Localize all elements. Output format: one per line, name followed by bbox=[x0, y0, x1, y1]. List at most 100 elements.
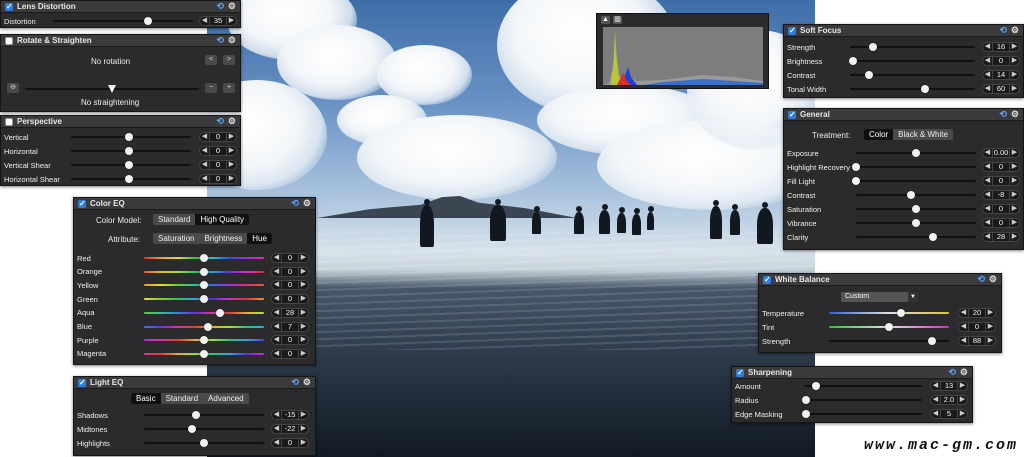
slider-knob[interactable] bbox=[852, 163, 860, 171]
decrement-arrow-icon[interactable]: ◀ bbox=[931, 410, 940, 418]
value-field[interactable]: 0 bbox=[281, 267, 299, 276]
adjustment-slider[interactable] bbox=[850, 71, 975, 79]
tab-standard[interactable]: Standard bbox=[161, 393, 203, 404]
general-checkbox[interactable] bbox=[788, 110, 796, 120]
adjustment-slider[interactable] bbox=[856, 205, 976, 213]
value-stepper[interactable]: ◀ 20 ▶ bbox=[958, 308, 996, 318]
value-stepper[interactable]: ◀ 0.00 ▶ bbox=[982, 148, 1020, 158]
decrement-arrow-icon[interactable]: ◀ bbox=[959, 309, 968, 317]
histogram-mode-icon[interactable]: ▥ bbox=[613, 15, 622, 24]
slider-knob[interactable] bbox=[848, 57, 857, 65]
adjustment-slider[interactable] bbox=[852, 163, 976, 171]
slider-knob[interactable] bbox=[928, 337, 937, 345]
value-stepper[interactable]: ◀ 0 ▶ bbox=[271, 348, 309, 359]
slider-knob[interactable] bbox=[124, 133, 133, 141]
tab-basic[interactable]: Basic bbox=[131, 393, 161, 404]
value-stepper[interactable]: ◀ 0 ▶ bbox=[271, 280, 309, 291]
adjustment-slider[interactable] bbox=[852, 177, 976, 185]
decrement-arrow-icon[interactable]: ◀ bbox=[983, 43, 992, 51]
decrement-arrow-icon[interactable]: ◀ bbox=[272, 439, 281, 447]
straighten-minus-button[interactable]: − bbox=[205, 83, 217, 93]
slider-knob[interactable] bbox=[912, 149, 920, 157]
soft-focus-checkbox[interactable] bbox=[788, 26, 796, 36]
slider-knob[interactable] bbox=[200, 336, 208, 345]
decrement-arrow-icon[interactable]: ◀ bbox=[983, 191, 992, 199]
value-field[interactable]: 16 bbox=[992, 43, 1010, 51]
value-field[interactable]: 0 bbox=[281, 439, 299, 447]
gear-icon[interactable]: ⚙ bbox=[303, 378, 311, 387]
decrement-arrow-icon[interactable]: ◀ bbox=[983, 163, 992, 171]
increment-arrow-icon[interactable]: ▶ bbox=[299, 350, 308, 358]
slider-knob[interactable] bbox=[188, 425, 196, 433]
distortion-slider[interactable] bbox=[53, 17, 193, 25]
light-eq-checkbox[interactable] bbox=[78, 378, 86, 388]
reset-icon[interactable]: ⟲ bbox=[999, 110, 1007, 119]
value-field[interactable]: 88 bbox=[968, 337, 986, 345]
value-field[interactable]: 0.00 bbox=[992, 149, 1010, 157]
gear-icon[interactable]: ⚙ bbox=[989, 275, 997, 284]
increment-arrow-icon[interactable]: ▶ bbox=[1010, 177, 1019, 185]
gear-icon[interactable]: ⚙ bbox=[1011, 26, 1019, 35]
decrement-arrow-icon[interactable]: ◀ bbox=[200, 175, 209, 183]
value-stepper[interactable]: ◀ 0 ▶ bbox=[199, 132, 237, 142]
white-balance-preset-dropdown[interactable]: Custom ▼ bbox=[841, 292, 918, 302]
value-stepper[interactable]: ◀ 28 ▶ bbox=[271, 307, 309, 318]
rotate-right-button[interactable]: > bbox=[223, 55, 235, 65]
slider-knob[interactable] bbox=[200, 254, 208, 262]
value-field[interactable]: 0 bbox=[281, 254, 299, 262]
value-field[interactable]: 0 bbox=[281, 281, 299, 290]
reset-icon[interactable]: ⟲ bbox=[948, 368, 956, 377]
decrement-arrow-icon[interactable]: ◀ bbox=[983, 85, 992, 93]
decrement-arrow-icon[interactable]: ◀ bbox=[272, 254, 281, 262]
value-stepper[interactable]: ◀ 5 ▶ bbox=[930, 409, 968, 419]
adjustment-slider[interactable] bbox=[144, 322, 264, 331]
attribute-saturation[interactable]: Saturation bbox=[153, 233, 199, 244]
increment-arrow-icon[interactable]: ▶ bbox=[299, 254, 308, 262]
increment-arrow-icon[interactable]: ▶ bbox=[1010, 57, 1019, 65]
straighten-plus-button[interactable]: + bbox=[223, 83, 235, 93]
decrement-arrow-icon[interactable]: ◀ bbox=[983, 71, 992, 79]
increment-arrow-icon[interactable]: ▶ bbox=[299, 281, 308, 289]
reset-icon[interactable]: ⟲ bbox=[216, 36, 224, 45]
decrement-arrow-icon[interactable]: ◀ bbox=[983, 177, 992, 185]
attribute-hue[interactable]: Hue bbox=[247, 233, 272, 244]
increment-arrow-icon[interactable]: ▶ bbox=[1010, 149, 1019, 157]
increment-arrow-icon[interactable]: ▶ bbox=[227, 175, 236, 183]
increment-arrow-icon[interactable]: ▶ bbox=[1010, 191, 1019, 199]
value-field[interactable]: 14 bbox=[992, 71, 1010, 79]
adjustment-slider[interactable] bbox=[71, 133, 191, 141]
slider-knob[interactable] bbox=[802, 396, 811, 404]
value-stepper[interactable]: ◀ 7 ▶ bbox=[271, 321, 309, 332]
adjustment-slider[interactable] bbox=[829, 309, 949, 317]
increment-arrow-icon[interactable]: ▶ bbox=[1010, 205, 1019, 213]
value-field[interactable]: -22 bbox=[281, 425, 299, 433]
decrement-arrow-icon[interactable]: ◀ bbox=[272, 336, 281, 344]
value-stepper[interactable]: ◀ 0 ▶ bbox=[199, 174, 237, 184]
adjustment-slider[interactable] bbox=[856, 219, 976, 227]
decrement-arrow-icon[interactable]: ◀ bbox=[983, 219, 992, 227]
slider-knob[interactable] bbox=[200, 281, 208, 290]
decrement-arrow-icon[interactable]: ◀ bbox=[272, 323, 281, 331]
increment-arrow-icon[interactable]: ▶ bbox=[299, 295, 308, 303]
decrement-arrow-icon[interactable]: ◀ bbox=[272, 281, 281, 289]
value-stepper[interactable]: ◀ 88 ▶ bbox=[958, 336, 996, 346]
increment-arrow-icon[interactable]: ▶ bbox=[1010, 219, 1019, 227]
value-field[interactable]: 7 bbox=[281, 322, 299, 331]
decrement-arrow-icon[interactable]: ◀ bbox=[200, 147, 209, 155]
gear-icon[interactable]: ⚙ bbox=[303, 199, 311, 208]
adjustment-slider[interactable] bbox=[144, 281, 264, 290]
adjustment-slider[interactable] bbox=[829, 337, 949, 345]
value-field[interactable]: 0 bbox=[968, 323, 986, 331]
decrement-arrow-icon[interactable]: ◀ bbox=[983, 233, 992, 241]
gear-icon[interactable]: ⚙ bbox=[228, 2, 236, 11]
adjustment-slider[interactable] bbox=[848, 57, 975, 65]
white-balance-checkbox[interactable] bbox=[763, 275, 771, 285]
decrement-arrow-icon[interactable]: ◀ bbox=[983, 57, 992, 65]
decrement-arrow-icon[interactable]: ◀ bbox=[272, 295, 281, 303]
value-stepper[interactable]: ◀ 0 ▶ bbox=[982, 56, 1020, 66]
decrement-arrow-icon[interactable]: ◀ bbox=[959, 337, 968, 345]
adjustment-slider[interactable] bbox=[144, 336, 264, 345]
decrement-arrow-icon[interactable]: ◀ bbox=[200, 133, 209, 141]
decrement-arrow-icon[interactable]: ◀ bbox=[272, 411, 281, 419]
histogram-icon[interactable]: ▲ bbox=[601, 15, 610, 24]
